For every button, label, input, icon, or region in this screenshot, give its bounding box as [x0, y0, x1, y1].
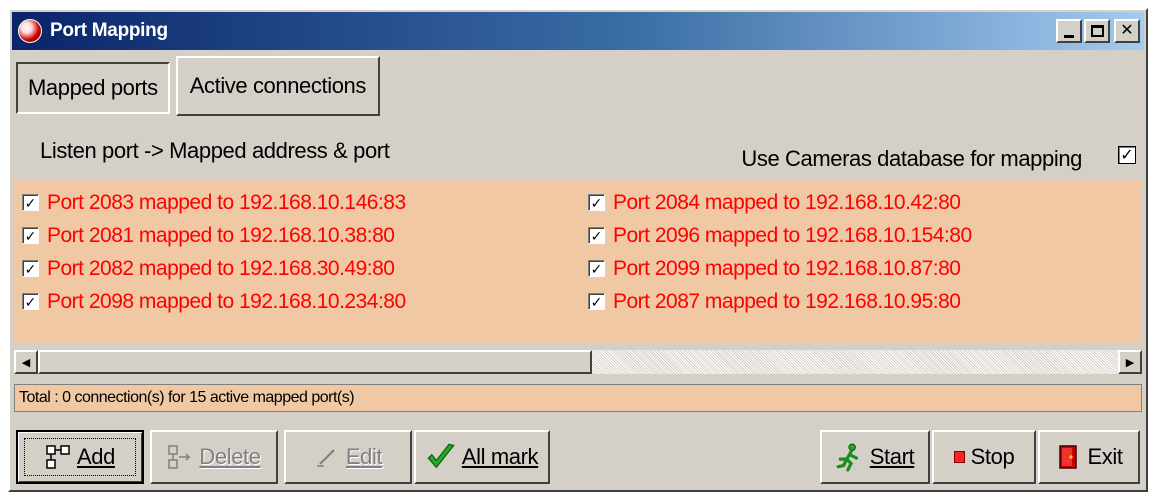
window-controls: ✕ [1056, 19, 1140, 43]
checkmark-icon: ✓ [1120, 147, 1134, 164]
red-square-icon [953, 451, 965, 463]
start-label: Start [869, 444, 915, 469]
maximize-button[interactable] [1084, 19, 1110, 43]
mapping-text: Port 2084 mapped to 192.168.10.42:80 [613, 190, 961, 214]
port-mapping-app-icon[interactable] [18, 19, 42, 43]
scroll-left-button[interactable]: ◀ [14, 350, 38, 374]
status-text: Total : 0 connection(s) for 15 active ma… [19, 389, 355, 406]
mapping-text: Port 2082 mapped to 192.168.30.49:80 [47, 256, 395, 280]
title-bar[interactable]: Port Mapping ✕ [12, 12, 1144, 50]
start-button[interactable]: Start [820, 430, 930, 484]
use-cameras-checkbox[interactable]: ✓ [1118, 146, 1136, 164]
mapping-text: Port 2087 mapped to 192.168.10.95:80 [613, 289, 961, 313]
scroll-track[interactable] [592, 350, 1118, 374]
close-button[interactable]: ✕ [1114, 19, 1140, 43]
list-header: Listen port -> Mapped address & port [40, 138, 390, 163]
arrow-right-icon: ▶ [1125, 356, 1135, 369]
port-mapping-window: Port Mapping ✕ Mapped ports Active conne… [8, 8, 1148, 492]
scroll-right-button[interactable]: ▶ [1118, 350, 1142, 374]
mapping-row[interactable]: ✓ Port 2099 mapped to 192.168.10.87:80 [588, 252, 972, 285]
edit-pen-icon [316, 449, 335, 467]
tab-active-connections[interactable]: Active connections [175, 56, 380, 116]
all-mark-button[interactable]: All mark [414, 430, 550, 484]
stop-button[interactable]: Stop [932, 430, 1036, 484]
mapping-row[interactable]: ✓ Port 2087 mapped to 192.168.10.95:80 [588, 285, 972, 318]
mapping-list: ✓ Port 2083 mapped to 192.168.10.146:83 … [14, 180, 1142, 344]
minimize-icon [1064, 34, 1074, 38]
mapping-row[interactable]: ✓ Port 2098 mapped to 192.168.10.234:80 [22, 285, 406, 318]
tab-strip: Mapped ports Active connections [16, 56, 380, 122]
maximize-icon [1090, 25, 1104, 37]
use-cameras-label: Use Cameras database for mapping [741, 146, 1082, 171]
mapping-text: Port 2099 mapped to 192.168.10.87:80 [613, 256, 961, 280]
mapping-checkbox[interactable]: ✓ [588, 293, 605, 310]
door-exit-icon [1059, 445, 1078, 469]
mapping-text: Port 2083 mapped to 192.168.10.146:83 [47, 190, 406, 214]
edit-label: Edit [345, 444, 383, 469]
exit-label: Exit [1087, 444, 1123, 469]
close-icon: ✕ [1120, 22, 1134, 39]
minimize-button[interactable] [1056, 19, 1082, 43]
delete-button[interactable]: Delete [150, 430, 278, 484]
delete-network-icon [168, 445, 192, 469]
arrow-left-icon: ◀ [21, 356, 31, 369]
add-button[interactable]: Add [16, 430, 144, 484]
mapping-column-right: ✓ Port 2084 mapped to 192.168.10.42:80 ✓… [588, 186, 972, 318]
horizontal-scrollbar[interactable]: ◀ ▶ [14, 350, 1142, 374]
delete-label: Delete [199, 444, 261, 469]
mapping-column-left: ✓ Port 2083 mapped to 192.168.10.146:83 … [22, 186, 406, 318]
exit-button[interactable]: Exit [1038, 430, 1140, 484]
mapping-checkbox[interactable]: ✓ [588, 227, 605, 244]
mapping-checkbox[interactable]: ✓ [22, 194, 39, 211]
mapping-row[interactable]: ✓ Port 2081 mapped to 192.168.10.38:80 [22, 219, 406, 252]
running-man-icon [836, 443, 858, 472]
all-mark-label: All mark [461, 444, 539, 469]
mapping-checkbox[interactable]: ✓ [588, 260, 605, 277]
mapping-row[interactable]: ✓ Port 2083 mapped to 192.168.10.146:83 [22, 186, 406, 219]
edit-button[interactable]: Edit [284, 430, 412, 484]
mapping-checkbox[interactable]: ✓ [22, 293, 39, 310]
mapping-row[interactable]: ✓ Port 2084 mapped to 192.168.10.42:80 [588, 186, 972, 219]
add-network-icon [46, 445, 70, 469]
stop-label: Stop [970, 444, 1015, 469]
mapping-text: Port 2096 mapped to 192.168.10.154:80 [613, 223, 972, 247]
mapping-checkbox[interactable]: ✓ [588, 194, 605, 211]
mapping-checkbox[interactable]: ✓ [22, 260, 39, 277]
green-check-icon [427, 443, 455, 469]
mapping-text: Port 2081 mapped to 192.168.10.38:80 [47, 223, 395, 247]
mapping-row[interactable]: ✓ Port 2096 mapped to 192.168.10.154:80 [588, 219, 972, 252]
tab-mapped-ports[interactable]: Mapped ports [16, 62, 170, 114]
add-label: Add [77, 444, 115, 469]
mapping-text: Port 2098 mapped to 192.168.10.234:80 [47, 289, 406, 313]
mapping-checkbox[interactable]: ✓ [22, 227, 39, 244]
status-bar: Total : 0 connection(s) for 15 active ma… [14, 384, 1142, 412]
mapping-row[interactable]: ✓ Port 2082 mapped to 192.168.30.49:80 [22, 252, 406, 285]
window-title: Port Mapping [50, 20, 168, 41]
scroll-thumb[interactable] [38, 350, 592, 374]
